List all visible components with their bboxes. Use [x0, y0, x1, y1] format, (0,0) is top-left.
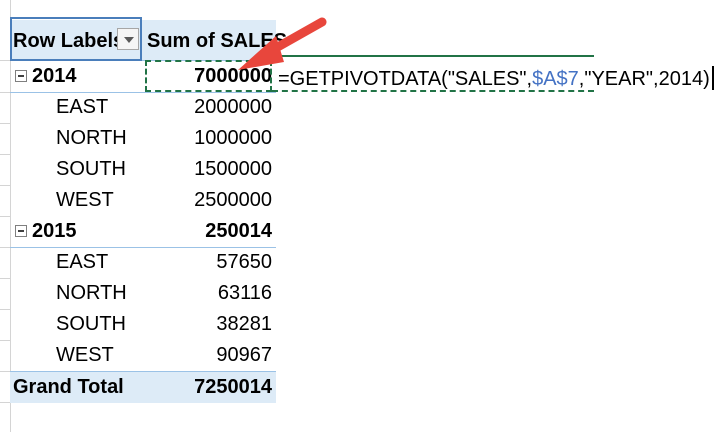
region-value: 63116: [217, 282, 272, 304]
year-label: 2014: [32, 65, 77, 87]
pivot-region-row[interactable]: NORTH 63116: [10, 278, 276, 309]
text-cursor: [711, 66, 714, 90]
region-value: 90967: [216, 344, 272, 366]
region-value: 1000000: [194, 127, 272, 149]
gridline: [0, 340, 10, 341]
region-value: 57650: [216, 251, 272, 273]
pivot-region-row[interactable]: EAST 2000000: [10, 92, 276, 123]
collapse-minus-icon[interactable]: [15, 225, 27, 237]
formula-cell-reference: $A$7: [532, 68, 579, 90]
pivot-region-row[interactable]: NORTH 1000000: [10, 123, 276, 154]
grand-total-value: 7250014: [194, 376, 272, 398]
region-label: WEST: [56, 189, 114, 211]
pivot-region-row[interactable]: WEST 90967: [10, 340, 276, 371]
gridline: [0, 247, 10, 248]
region-label: SOUTH: [56, 313, 126, 335]
pivot-region-row[interactable]: SOUTH 38281: [10, 309, 276, 340]
region-value: 2000000: [194, 96, 272, 118]
gridline: [0, 278, 10, 279]
year-total: 250014: [205, 220, 272, 242]
row-labels-header[interactable]: Row Labels: [13, 30, 124, 53]
gridline: [0, 92, 10, 93]
region-label: SOUTH: [56, 158, 126, 180]
gridline: [0, 154, 10, 155]
row-labels-filter-button[interactable]: [117, 28, 139, 50]
pivot-region-row[interactable]: WEST 2500000: [10, 185, 276, 216]
collapse-minus-icon[interactable]: [15, 70, 27, 82]
formula-text[interactable]: =GETPIVOTDATA("SALES",$A$7,"YEAR",2014): [278, 66, 714, 91]
gridline: [0, 185, 10, 186]
year-label: 2015: [32, 220, 77, 242]
region-value: 2500000: [194, 189, 272, 211]
region-label: EAST: [56, 251, 109, 273]
gridline: [0, 309, 10, 310]
pivot-region-row[interactable]: SOUTH 1500000: [10, 154, 276, 185]
region-value: 38281: [216, 313, 272, 335]
gridline: [0, 371, 10, 372]
grand-total-label: Grand Total: [13, 376, 124, 398]
grand-total-row[interactable]: Grand Total 7250014: [10, 371, 276, 403]
pivot-region-row[interactable]: EAST 57650: [10, 247, 276, 278]
gridline: [0, 216, 10, 217]
red-arrow-icon: [238, 17, 327, 70]
region-label: WEST: [56, 344, 114, 366]
region-label: NORTH: [56, 282, 127, 304]
region-label: EAST: [56, 96, 109, 118]
pivot-year-row[interactable]: 2015 250014: [10, 216, 276, 248]
formula-suffix: ,"YEAR",2014): [578, 68, 710, 90]
gridline: [0, 402, 10, 403]
region-value: 1500000: [194, 158, 272, 180]
region-label: NORTH: [56, 127, 127, 149]
gridline: [0, 123, 10, 124]
gridline: [0, 60, 10, 61]
